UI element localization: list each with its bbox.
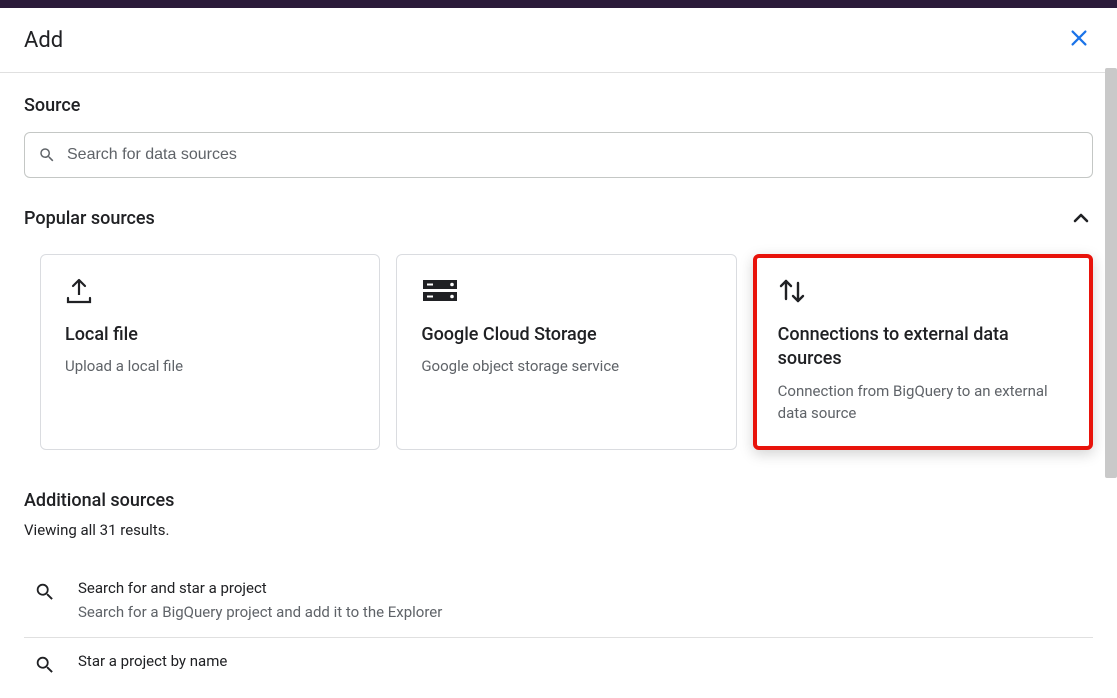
dialog-title: Add <box>24 28 63 53</box>
dialog-content: Source Popular sources Local file Upload… <box>0 73 1117 698</box>
popular-sources-title: Popular sources <box>24 208 155 229</box>
card-title: Connections to external data sources <box>778 323 1068 372</box>
list-item-title: Star a project by name <box>78 652 227 670</box>
search-input[interactable] <box>24 132 1093 178</box>
app-top-strip <box>0 0 1117 8</box>
list-item-sub: Search for a BigQuery project and add it… <box>78 603 442 621</box>
search-icon <box>34 579 56 603</box>
dialog-header: Add <box>0 8 1117 73</box>
card-external-connections[interactable]: Connections to external data sources Con… <box>753 254 1093 450</box>
card-google-cloud-storage[interactable]: Google Cloud Storage Google object stora… <box>396 254 736 450</box>
card-title: Google Cloud Storage <box>421 323 711 347</box>
upload-icon <box>65 277 355 305</box>
source-label: Source <box>24 95 1093 116</box>
list-item-search-star-project[interactable]: Search for and star a project Search for… <box>24 565 1093 638</box>
card-title: Local file <box>65 323 355 347</box>
scrollbar[interactable] <box>1105 68 1117 478</box>
card-desc: Upload a local file <box>65 355 355 378</box>
card-desc: Connection from BigQuery to an external … <box>778 380 1068 425</box>
search-icon <box>38 146 56 164</box>
storage-icon <box>421 277 711 305</box>
list-item-star-by-name[interactable]: Star a project by name <box>24 638 1093 692</box>
search-icon <box>34 652 56 676</box>
list-text: Star a project by name <box>78 652 227 670</box>
popular-sources-header[interactable]: Popular sources <box>24 206 1093 230</box>
search-field-wrap <box>24 132 1093 178</box>
chevron-up-icon <box>1069 206 1093 230</box>
close-icon <box>1068 27 1090 53</box>
card-desc: Google object storage service <box>421 355 711 378</box>
close-button[interactable] <box>1065 26 1093 54</box>
popular-cards-row: Local file Upload a local file Google Cl… <box>24 254 1093 450</box>
list-item-title: Search for and star a project <box>78 579 442 597</box>
card-local-file[interactable]: Local file Upload a local file <box>40 254 380 450</box>
results-count: Viewing all 31 results. <box>24 521 1093 539</box>
transfer-icon <box>778 277 1068 305</box>
list-text: Search for and star a project Search for… <box>78 579 442 621</box>
additional-sources-title: Additional sources <box>24 490 1093 511</box>
